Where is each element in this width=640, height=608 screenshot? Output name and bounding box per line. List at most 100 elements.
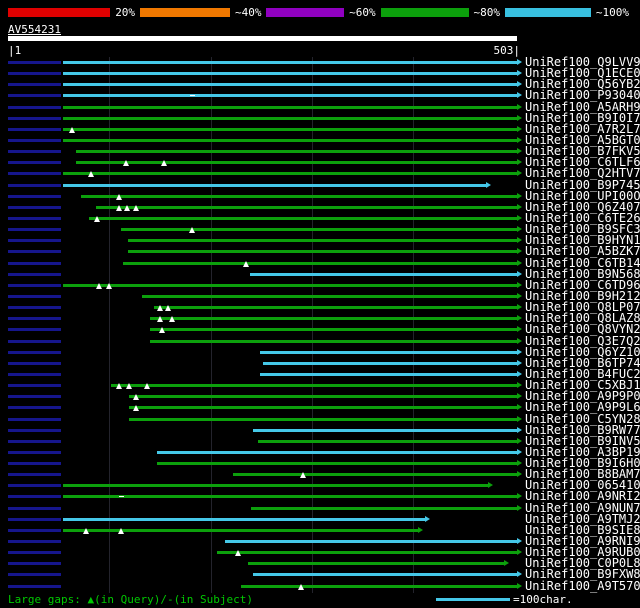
low-score-segment <box>8 105 61 109</box>
alignment-bar[interactable] <box>62 83 517 87</box>
alignment-arrowhead-icon <box>517 237 522 244</box>
alignment-arrowhead-icon <box>517 359 522 366</box>
low-score-segment <box>8 272 61 276</box>
hit-plot <box>8 369 522 380</box>
alignment-bar[interactable] <box>240 584 517 588</box>
alignment-bar[interactable] <box>250 506 517 510</box>
low-score-segment <box>8 528 61 532</box>
query-gap-icon <box>156 305 163 312</box>
alignment-bar[interactable] <box>247 562 504 566</box>
alignment-bar[interactable] <box>141 294 517 298</box>
alignment-bar[interactable] <box>121 228 517 232</box>
low-score-segment <box>8 350 61 354</box>
alignment-bar[interactable] <box>149 339 517 343</box>
alignment-bar[interactable] <box>123 261 517 265</box>
alignment-bar[interactable] <box>252 428 517 432</box>
scale-unit-line-icon <box>436 598 510 601</box>
low-score-segment <box>8 228 61 232</box>
alignment-bar[interactable] <box>232 473 517 477</box>
alignment-arrowhead-icon <box>517 70 522 77</box>
low-score-segment <box>8 239 61 243</box>
alignment-bar[interactable] <box>156 462 517 466</box>
alignment-arrowhead-icon <box>517 203 522 210</box>
alignment-bar[interactable] <box>129 406 517 410</box>
alignment-bar[interactable] <box>224 540 517 544</box>
alignment-bar[interactable] <box>62 172 517 176</box>
low-score-segment <box>8 395 61 399</box>
hit-plot <box>8 469 522 480</box>
alignment-bar[interactable] <box>156 450 517 454</box>
alignment-bar[interactable] <box>149 317 517 321</box>
alignment-bar[interactable] <box>62 61 517 64</box>
hit-plot <box>8 480 517 491</box>
blast-graphical-overview: 20% ~40% ~60% ~80% ~100% AV554231 |1 503| Un… <box>0 0 640 608</box>
alignment-bar[interactable] <box>75 150 517 154</box>
alignment-bar[interactable] <box>62 484 488 488</box>
alignment-bar[interactable] <box>88 216 517 220</box>
alignment-bar[interactable] <box>257 439 517 443</box>
query-name: AV554231 <box>8 23 61 36</box>
alignment-bar[interactable] <box>62 127 517 131</box>
alignment-bar[interactable] <box>128 250 517 254</box>
query-coordinates: |1 503| <box>8 44 520 57</box>
alignment-bar[interactable] <box>129 395 517 399</box>
hit-plot <box>8 425 522 436</box>
alignment-arrowhead-icon <box>517 136 522 143</box>
hit-plot <box>8 191 522 202</box>
hit-plot <box>8 525 517 536</box>
alignment-arrowhead-icon <box>517 226 522 233</box>
alignment-bar[interactable] <box>128 239 517 243</box>
alignment-arrowhead-icon <box>517 326 522 333</box>
low-score-segment <box>8 294 61 298</box>
low-score-segment <box>8 495 61 499</box>
query-gap-icon <box>300 472 307 479</box>
query-gap-icon <box>124 204 131 211</box>
low-score-segment <box>8 172 61 176</box>
low-score-segment <box>8 317 61 321</box>
alignment-bar[interactable] <box>80 194 517 198</box>
hit-plot <box>8 313 522 324</box>
scale-segment-4 <box>380 8 469 17</box>
low-score-segment <box>8 161 61 165</box>
alignment-bar[interactable] <box>149 328 517 332</box>
low-score-segment <box>8 384 61 388</box>
alignment-bar[interactable] <box>62 116 517 120</box>
alignment-bar[interactable] <box>62 72 517 76</box>
alignment-bar[interactable] <box>259 372 517 376</box>
alignment-bar[interactable] <box>111 384 517 388</box>
alignment-bar[interactable] <box>263 361 517 365</box>
alignment-bar[interactable] <box>62 528 418 532</box>
hit-plot <box>8 514 517 525</box>
hit-row: UniRef100_A9T570 <box>8 580 640 592</box>
alignment-bar[interactable] <box>62 94 517 98</box>
low-score-segment <box>8 216 61 220</box>
alignment-bar[interactable] <box>75 161 517 165</box>
alignment-bar[interactable] <box>62 105 517 109</box>
alignment-bar[interactable] <box>249 272 517 276</box>
alignment-bar[interactable] <box>62 283 517 287</box>
alignment-bar[interactable] <box>62 517 425 521</box>
hit-label[interactable]: UniRef100_A9T570 <box>525 580 640 592</box>
hit-plot <box>8 302 522 313</box>
query-gap-icon <box>106 282 113 289</box>
scale-segment-5 <box>505 8 591 17</box>
alignment-bar[interactable] <box>96 205 517 209</box>
alignment-arrowhead-icon <box>517 281 522 288</box>
hit-plot <box>8 246 522 257</box>
alignment-bar[interactable] <box>62 138 517 142</box>
low-score-segment <box>8 150 61 154</box>
alignment-bar[interactable] <box>62 183 486 187</box>
alignment-arrowhead-icon <box>517 549 522 556</box>
hit-plot <box>8 79 522 90</box>
alignment-bar[interactable] <box>217 551 517 555</box>
alignment-bar[interactable] <box>129 417 517 421</box>
hit-plot <box>8 491 522 502</box>
low-score-segment <box>8 484 61 488</box>
alignment-bar[interactable] <box>259 350 517 354</box>
alignment-arrowhead-icon <box>517 125 522 132</box>
alignment-bar[interactable] <box>153 306 517 310</box>
alignment-bar[interactable] <box>252 573 517 577</box>
query-gap-icon <box>168 316 175 323</box>
alignment-bar[interactable] <box>62 495 517 499</box>
legend: Large gaps: ▲(in Query)/-(in Subject) =1… <box>8 593 640 606</box>
